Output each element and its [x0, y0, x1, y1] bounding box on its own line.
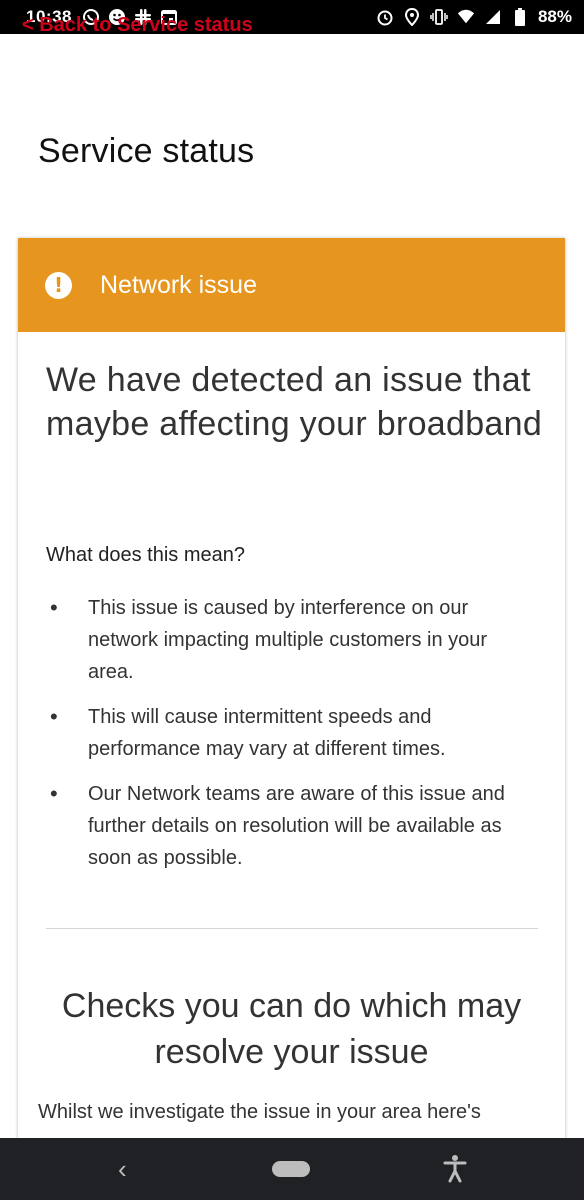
- system-icons: 88%: [376, 7, 572, 27]
- navigation-bar: ‹: [0, 1138, 584, 1200]
- checks-intro-text: Whilst we investigate the issue in your …: [38, 1101, 481, 1123]
- list-item: • This will cause intermittent speeds an…: [46, 701, 526, 765]
- what-does-this-mean-heading: What does this mean?: [46, 544, 245, 566]
- bullet-icon: •: [50, 595, 58, 620]
- list-item: • This issue is caused by interference o…: [46, 592, 526, 688]
- bullet-icon: •: [50, 781, 58, 806]
- wifi-icon: [457, 8, 475, 26]
- bullet-text: This issue is caused by interference on …: [88, 597, 488, 683]
- signal-icon: [484, 8, 502, 26]
- divider: [46, 928, 538, 929]
- network-issue-banner: ! Network issue: [18, 238, 565, 332]
- alarm-icon: [376, 8, 394, 26]
- location-icon: [403, 8, 421, 26]
- exclamation-circle-icon: !: [45, 271, 72, 299]
- vibrate-icon: [430, 8, 448, 26]
- page-title: Service status: [38, 132, 255, 170]
- chevron-left-icon[interactable]: ‹: [118, 1154, 127, 1185]
- battery-icon: [511, 8, 529, 26]
- back-to-service-status-link[interactable]: < Back to Service status: [22, 14, 253, 37]
- banner-label: Network issue: [100, 270, 257, 299]
- accessibility-icon[interactable]: [443, 1154, 467, 1184]
- home-pill-icon[interactable]: [272, 1161, 310, 1177]
- issue-headline: We have detected an issue that maybe aff…: [46, 361, 543, 443]
- screen: 10:38 88% < Back to Service status Servi…: [0, 0, 584, 1200]
- list-item: • Our Network teams are aware of this is…: [46, 778, 526, 874]
- battery-percent: 88%: [537, 7, 572, 26]
- bullet-text: This will cause intermittent speeds and …: [88, 706, 446, 760]
- issue-bullet-list: • This issue is caused by interference o…: [46, 592, 526, 887]
- checks-heading: Checks you can do which may resolve your…: [61, 987, 522, 1071]
- status-card: ! Network issue We have detected an issu…: [18, 238, 565, 1178]
- bullet-icon: •: [50, 704, 58, 729]
- bullet-text: Our Network teams are aware of this issu…: [88, 783, 505, 869]
